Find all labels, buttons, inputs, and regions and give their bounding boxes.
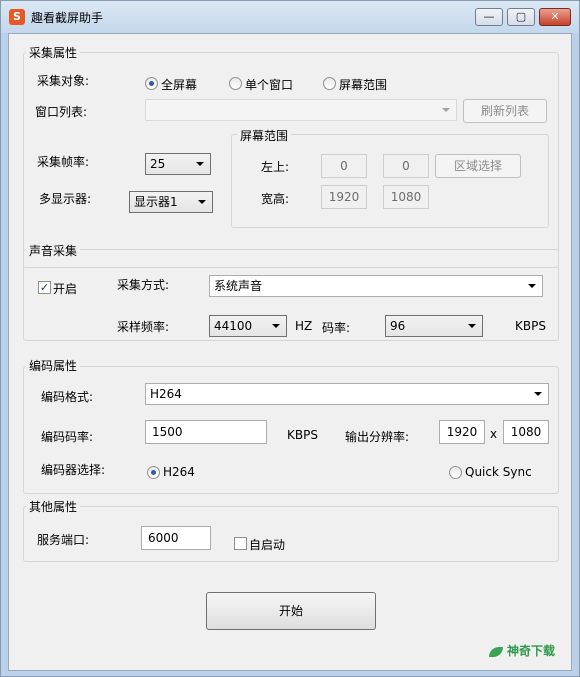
audio-method-select[interactable]: 系统声音 bbox=[209, 275, 543, 297]
other-group-title: 其他属性 bbox=[26, 498, 81, 515]
size-label: 宽高: bbox=[261, 192, 290, 206]
audio-group-title: 声音采集 bbox=[26, 242, 81, 259]
fps-value: 25 bbox=[150, 157, 166, 171]
capture-group-title: 采集属性 bbox=[26, 44, 81, 61]
app-logo-icon: S bbox=[9, 9, 25, 25]
start-button[interactable]: 开始 bbox=[206, 592, 376, 630]
audio-bitrate-select[interactable]: 96 bbox=[385, 315, 483, 337]
audio-bitrate-unit: KBPS bbox=[515, 319, 546, 333]
encode-bitrate-label: 编码码率: bbox=[41, 430, 94, 444]
output-resolution-label: 输出分辨率: bbox=[345, 430, 410, 444]
radio-screen-range[interactable] bbox=[323, 77, 336, 90]
client-area: 采集属性 采集对象: 全屏幕 单个窗口 屏幕范围 窗口列表: 刷新列表 采集帧率… bbox=[8, 33, 572, 671]
radio-encoder-h264-label[interactable]: H264 bbox=[163, 465, 195, 479]
encode-bitrate-input[interactable]: 1500 bbox=[145, 420, 267, 444]
topleft-x-input[interactable]: 0 bbox=[321, 154, 367, 178]
radio-encoder-quicksync-label[interactable]: Quick Sync bbox=[465, 465, 532, 479]
close-button[interactable]: ✕ bbox=[539, 8, 571, 26]
port-label: 服务端口: bbox=[37, 533, 90, 547]
monitor-value: 显示器1 bbox=[134, 195, 178, 209]
capture-target-label: 采集对象: bbox=[37, 74, 90, 88]
radio-single-window-label[interactable]: 单个窗口 bbox=[245, 76, 293, 93]
fps-select[interactable]: 25 bbox=[145, 153, 211, 175]
encoder-label: 编码器选择: bbox=[41, 463, 106, 477]
encode-bitrate-unit: KBPS bbox=[287, 428, 318, 442]
audio-method-label: 采集方式: bbox=[117, 278, 170, 292]
watermark-text: 神奇下载 bbox=[507, 644, 556, 658]
topleft-label: 左上: bbox=[261, 160, 290, 174]
radio-encoder-h264[interactable] bbox=[147, 466, 160, 479]
chevron-down-icon bbox=[272, 324, 280, 328]
chevron-down-icon bbox=[468, 324, 476, 328]
output-height-input[interactable]: 1080 bbox=[503, 420, 549, 444]
minimize-button[interactable]: — bbox=[475, 8, 503, 26]
radio-single-window[interactable] bbox=[229, 77, 242, 90]
window-title: 趣看截屏助手 bbox=[31, 11, 104, 25]
chevron-down-icon bbox=[198, 200, 206, 204]
sample-rate-unit: HZ bbox=[295, 319, 313, 333]
encode-format-value: H264 bbox=[150, 387, 182, 401]
app-window: S 趣看截屏助手 — ▢ ✕ 采集属性 采集对象: 全屏幕 单个窗口 屏幕范围 … bbox=[0, 0, 580, 677]
chevron-down-icon bbox=[528, 284, 536, 288]
chevron-down-icon bbox=[442, 108, 450, 112]
port-input[interactable]: 6000 bbox=[141, 526, 211, 550]
autostart-checkbox[interactable] bbox=[234, 537, 247, 550]
chevron-down-icon bbox=[196, 162, 204, 166]
encode-group-title: 编码属性 bbox=[26, 357, 81, 374]
sample-rate-label: 采样频率: bbox=[117, 320, 170, 334]
resolution-separator: x bbox=[490, 427, 498, 441]
monitor-label: 多显示器: bbox=[39, 192, 92, 206]
radio-fullscreen-label[interactable]: 全屏幕 bbox=[161, 76, 197, 93]
sample-rate-value: 44100 bbox=[214, 319, 253, 333]
refresh-list-button[interactable]: 刷新列表 bbox=[463, 99, 547, 123]
encode-format-select[interactable]: H264 bbox=[145, 383, 549, 405]
screen-range-group bbox=[231, 134, 549, 228]
sample-rate-select[interactable]: 44100 bbox=[209, 315, 287, 337]
width-input[interactable]: 1920 bbox=[321, 185, 367, 209]
radio-fullscreen[interactable] bbox=[145, 77, 158, 90]
radio-encoder-quicksync[interactable] bbox=[449, 466, 462, 479]
region-select-button[interactable]: 区域选择 bbox=[435, 154, 521, 178]
audio-enable-checkbox[interactable]: ✓ bbox=[38, 281, 51, 294]
audio-method-value: 系统声音 bbox=[214, 279, 263, 293]
monitor-select[interactable]: 显示器1 bbox=[129, 191, 213, 213]
screen-range-title: 屏幕范围 bbox=[237, 127, 292, 144]
height-input[interactable]: 1080 bbox=[383, 185, 429, 209]
fps-label: 采集帧率: bbox=[37, 155, 90, 169]
audio-enable-label[interactable]: 开启 bbox=[53, 280, 77, 297]
topleft-y-input[interactable]: 0 bbox=[383, 154, 429, 178]
radio-screen-range-label[interactable]: 屏幕范围 bbox=[339, 76, 387, 93]
window-list-select[interactable] bbox=[145, 99, 457, 121]
audio-bitrate-label: 码率: bbox=[322, 321, 351, 335]
autostart-label[interactable]: 自启动 bbox=[249, 536, 285, 553]
maximize-button[interactable]: ▢ bbox=[507, 8, 535, 26]
output-width-input[interactable]: 1920 bbox=[439, 420, 485, 444]
encode-format-label: 编码格式: bbox=[41, 390, 94, 404]
other-group bbox=[23, 506, 559, 562]
title-bar[interactable]: S 趣看截屏助手 — ▢ ✕ bbox=[1, 1, 579, 33]
watermark: 神奇下载 bbox=[489, 642, 555, 659]
chevron-down-icon bbox=[534, 392, 542, 396]
window-list-label: 窗口列表: bbox=[35, 105, 88, 119]
audio-bitrate-value: 96 bbox=[390, 319, 406, 333]
leaf-logo-icon bbox=[489, 646, 503, 657]
